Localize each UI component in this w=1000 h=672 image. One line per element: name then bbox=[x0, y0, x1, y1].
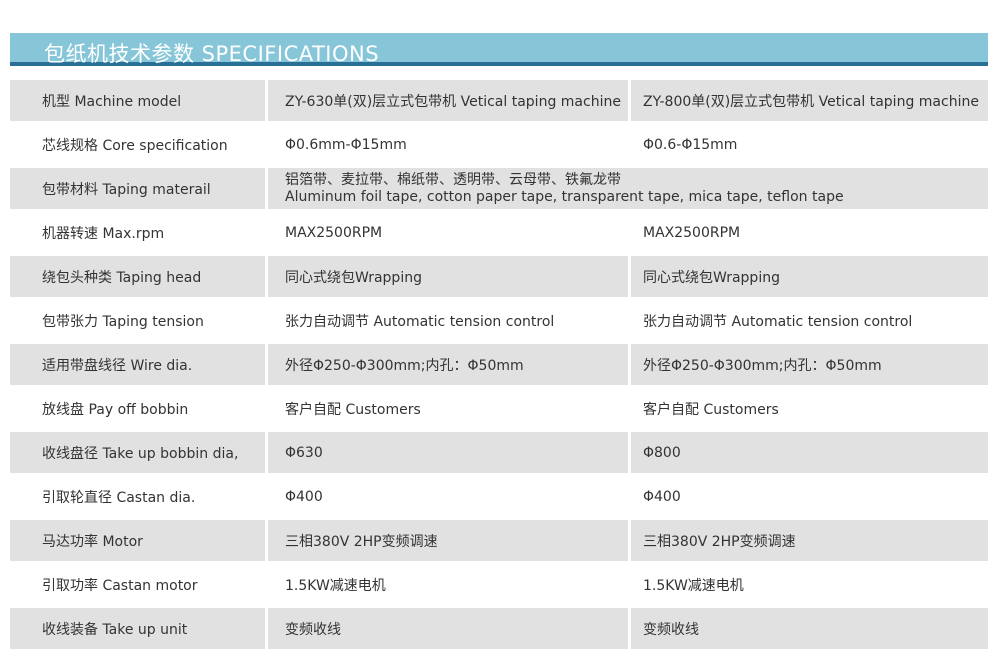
row-value-630: ZY-630单(双)层立式包带机 Vetical taping machine bbox=[268, 80, 628, 121]
row-label: 收线装备 Take up unit bbox=[10, 608, 265, 649]
spec-header-bar: 包纸机技术参数 SPECIFICATIONS bbox=[10, 33, 988, 66]
row-value-630: 三相380V 2HP变频调速 bbox=[268, 520, 628, 561]
row-value-800: Φ0.6-Φ15mm bbox=[631, 124, 988, 165]
row-value-800: 张力自动调节 Automatic tension control bbox=[631, 300, 988, 341]
merged-line-chinese: 铝箔带、麦拉带、棉纸带、透明带、云母带、铁氟龙带 bbox=[285, 171, 621, 188]
row-label: 收线盘径 Take up bobbin dia, bbox=[10, 432, 265, 473]
row-value-800: 变频收线 bbox=[631, 608, 988, 649]
row-value-800: ZY-800单(双)层立式包带机 Vetical taping machine bbox=[631, 80, 988, 121]
merged-line-english: Aluminum foil tape, cotton paper tape, t… bbox=[285, 188, 844, 205]
row-label: 适用带盘线径 Wire dia. bbox=[10, 344, 265, 385]
row-value-630: 变频收线 bbox=[268, 608, 628, 649]
row-value-800: 三相380V 2HP变频调速 bbox=[631, 520, 988, 561]
row-value-800: Φ400 bbox=[631, 476, 988, 517]
row-label: 包带材料 Taping materail bbox=[10, 168, 265, 209]
row-value-630: 同心式绕包Wrapping bbox=[268, 256, 628, 297]
row-label: 机型 Machine model bbox=[10, 80, 265, 121]
table-row: 机型 Machine model ZY-630单(双)层立式包带机 Vetica… bbox=[10, 80, 988, 121]
row-value-800: 同心式绕包Wrapping bbox=[631, 256, 988, 297]
row-label: 绕包头种类 Taping head bbox=[10, 256, 265, 297]
table-row: 包带材料 Taping materail 铝箔带、麦拉带、棉纸带、透明带、云母带… bbox=[10, 168, 988, 209]
row-value-630: Φ400 bbox=[268, 476, 628, 517]
row-label: 机器转速 Max.rpm bbox=[10, 212, 265, 253]
table-row: 绕包头种类 Taping head 同心式绕包Wrapping 同心式绕包Wra… bbox=[10, 256, 988, 297]
row-value-800: 外径Φ250-Φ300mm;内孔：Φ50mm bbox=[631, 344, 988, 385]
row-label: 马达功率 Motor bbox=[10, 520, 265, 561]
row-value-800: MAX2500RPM bbox=[631, 212, 988, 253]
table-row: 放线盘 Pay off bobbin 客户自配 Customers 客户自配 C… bbox=[10, 388, 988, 429]
row-value-630: Φ0.6mm-Φ15mm bbox=[268, 124, 628, 165]
page-title: 包纸机技术参数 SPECIFICATIONS bbox=[44, 42, 380, 66]
row-label: 放线盘 Pay off bobbin bbox=[10, 388, 265, 429]
table-row: 包带张力 Taping tension 张力自动调节 Automatic ten… bbox=[10, 300, 988, 341]
row-label: 引取轮直径 Castan dia. bbox=[10, 476, 265, 517]
row-value-630: 外径Φ250-Φ300mm;内孔：Φ50mm bbox=[268, 344, 628, 385]
table-row: 引取功率 Castan motor 1.5KW减速电机 1.5KW减速电机 bbox=[10, 564, 988, 605]
table-row: 引取轮直径 Castan dia. Φ400 Φ400 bbox=[10, 476, 988, 517]
table-row: 适用带盘线径 Wire dia. 外径Φ250-Φ300mm;内孔：Φ50mm … bbox=[10, 344, 988, 385]
row-value-630: MAX2500RPM bbox=[268, 212, 628, 253]
row-label: 引取功率 Castan motor bbox=[10, 564, 265, 605]
row-value-800: 1.5KW减速电机 bbox=[631, 564, 988, 605]
table-row: 芯线规格 Core specification Φ0.6mm-Φ15mm Φ0.… bbox=[10, 124, 988, 165]
table-row: 马达功率 Motor 三相380V 2HP变频调速 三相380V 2HP变频调速 bbox=[10, 520, 988, 561]
row-value-800: 客户自配 Customers bbox=[631, 388, 988, 429]
row-value-630: 客户自配 Customers bbox=[268, 388, 628, 429]
row-value-630: 1.5KW减速电机 bbox=[268, 564, 628, 605]
row-value-800: Φ800 bbox=[631, 432, 988, 473]
table-row: 收线盘径 Take up bobbin dia, Φ630 Φ800 bbox=[10, 432, 988, 473]
spec-table: 机型 Machine model ZY-630单(双)层立式包带机 Vetica… bbox=[10, 80, 988, 652]
table-row: 机器转速 Max.rpm MAX2500RPM MAX2500RPM bbox=[10, 212, 988, 253]
row-value-630: Φ630 bbox=[268, 432, 628, 473]
table-row: 收线装备 Take up unit 变频收线 变频收线 bbox=[10, 608, 988, 649]
row-value-merged: 铝箔带、麦拉带、棉纸带、透明带、云母带、铁氟龙带 Aluminum foil t… bbox=[268, 168, 988, 209]
row-value-630: 张力自动调节 Automatic tension control bbox=[268, 300, 628, 341]
row-label: 芯线规格 Core specification bbox=[10, 124, 265, 165]
row-label: 包带张力 Taping tension bbox=[10, 300, 265, 341]
